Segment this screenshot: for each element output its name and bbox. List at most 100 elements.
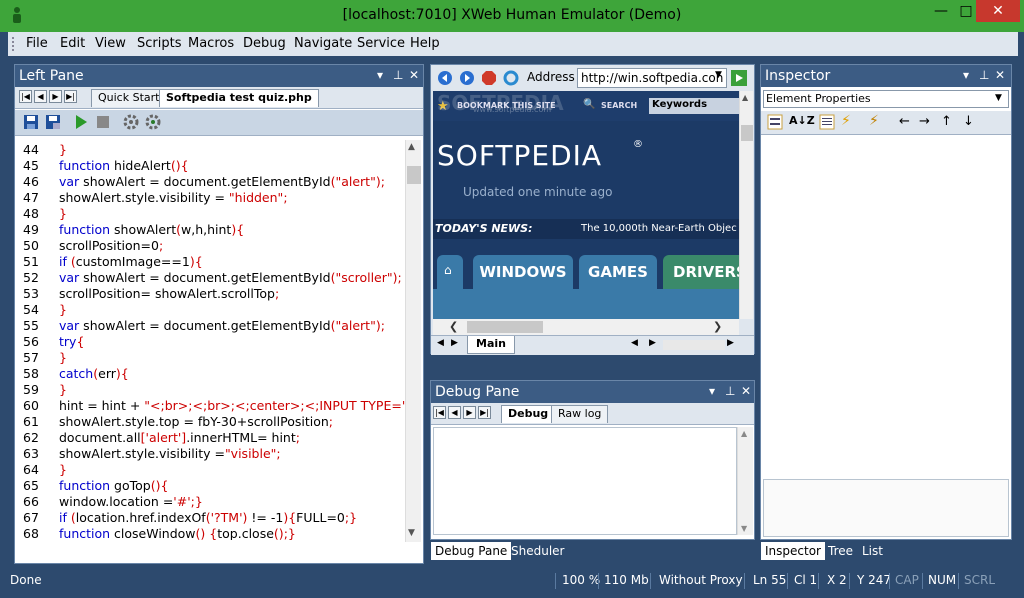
code-text[interactable]: } — [59, 142, 67, 157]
code-text[interactable]: function closeWindow() {top.close();} — [59, 526, 296, 540]
pane-menu-icon[interactable]: ▾ — [377, 68, 383, 82]
code-text[interactable]: function showAlert(w,h,hint){ — [59, 222, 244, 237]
tab-raw-log[interactable]: Raw log — [551, 405, 609, 423]
gear-run-icon[interactable] — [145, 114, 161, 130]
code-text[interactable]: function hideAlert(){ — [59, 158, 189, 173]
code-text[interactable]: window.location ='#';} — [59, 494, 203, 509]
tab-debug-pane[interactable]: Debug Pane — [431, 542, 512, 560]
code-text[interactable]: scrollPosition= showAlert.scrollTop; — [59, 286, 279, 301]
save-icon[interactable] — [23, 114, 39, 130]
last-tab-icon[interactable]: ▶| — [64, 90, 77, 103]
gear-icon[interactable] — [123, 114, 139, 130]
first-tab-icon[interactable]: |◀ — [433, 406, 446, 419]
tab-sheduler[interactable]: Sheduler — [511, 544, 564, 558]
hscroll-left-icon[interactable]: ◀ — [631, 338, 638, 348]
arrow-left-icon[interactable]: ← — [899, 114, 910, 129]
menu-file[interactable]: File — [26, 36, 48, 51]
pin-icon[interactable]: ⊥ — [725, 384, 735, 398]
address-dropdown-icon[interactable]: ▼ — [715, 70, 722, 80]
nav-tab-drivers[interactable]: DRIVERS — [663, 255, 739, 289]
properties-icon[interactable] — [819, 114, 835, 130]
scroll-up-icon[interactable]: ▲ — [741, 429, 747, 438]
code-text[interactable]: showAlert.style.top = fbY-30+scrollPosit… — [59, 414, 333, 429]
browser-hscroll[interactable]: ❮ ❯ — [433, 319, 739, 335]
arrow-down-icon[interactable]: ↓ — [963, 114, 974, 129]
forward-icon[interactable] — [459, 70, 475, 86]
code-text[interactable]: } — [59, 462, 67, 477]
arrow-up-icon[interactable]: ↑ — [941, 114, 952, 129]
back-icon[interactable] — [437, 70, 453, 86]
tab-scroll-track[interactable] — [663, 340, 725, 350]
close-icon[interactable]: ✕ — [741, 384, 751, 398]
tab-main[interactable]: Main — [467, 336, 515, 354]
hscroll-thumb[interactable] — [467, 321, 543, 333]
code-text[interactable]: var showAlert = document.getElementById(… — [59, 318, 385, 333]
menu-navigate[interactable]: Navigate — [294, 36, 352, 51]
prev-tab-icon[interactable]: ◀ — [34, 90, 47, 103]
next-tab-icon[interactable]: ▶ — [49, 90, 62, 103]
menu-help[interactable]: Help — [410, 36, 440, 51]
menu-debug[interactable]: Debug — [243, 36, 286, 51]
tab-inspector[interactable]: Inspector — [761, 542, 825, 560]
web-view[interactable]: ★ BOOKMARK THIS SITE 🔍 SEARCH Keywords S… — [433, 91, 739, 319]
save-all-icon[interactable] — [45, 114, 61, 130]
minimize-button[interactable]: — — [926, 0, 956, 22]
menu-macros[interactable]: Macros — [188, 36, 234, 51]
nav-tab-games[interactable]: GAMES — [579, 255, 657, 289]
news-ticker[interactable]: The 10,000th Near-Earth Objec — [581, 223, 737, 234]
pin-icon[interactable]: ⊥ — [979, 68, 989, 82]
go-icon[interactable] — [731, 70, 747, 86]
code-text[interactable]: } — [59, 206, 67, 221]
tab-list[interactable]: List — [862, 544, 883, 558]
code-text[interactable]: var showAlert = document.getElementById(… — [59, 174, 385, 189]
scroll-right-icon[interactable]: ❯ — [713, 320, 722, 333]
tab-softpedia-quiz[interactable]: Softpedia test quiz.php — [159, 89, 319, 107]
code-text[interactable]: document.all['alert'].innerHTML= hint; — [59, 430, 300, 445]
tab-tree[interactable]: Tree — [828, 544, 853, 558]
tab-debug[interactable]: Debug — [501, 405, 556, 423]
dropdown-arrow-icon[interactable]: ▼ — [995, 93, 1002, 103]
home-tab[interactable]: ⌂ — [437, 255, 463, 289]
categorized-icon[interactable] — [767, 114, 783, 130]
close-icon[interactable]: ✕ — [409, 68, 419, 82]
scroll-down-icon[interactable]: ▼ — [741, 524, 747, 533]
hscroll-right-icon[interactable]: ▶ — [649, 338, 656, 348]
code-text[interactable]: hint = hint + "<;br>;<;br>;<;center>;<;I… — [59, 398, 405, 413]
code-text[interactable]: showAlert.style.visibility = "hidden"; — [59, 190, 288, 205]
pane-menu-icon[interactable]: ▾ — [709, 384, 715, 398]
menu-scripts[interactable]: Scripts — [137, 36, 181, 51]
scroll-up-icon[interactable]: ▲ — [408, 142, 415, 152]
scroll-thumb[interactable] — [407, 166, 421, 184]
pane-menu-icon[interactable]: ▾ — [963, 68, 969, 82]
nav-tab-windows[interactable]: WINDOWS — [473, 255, 573, 289]
code-editor[interactable]: 44} 45 function hideAlert(){46 var showAler… — [15, 140, 405, 540]
code-text[interactable]: function goTop(){ — [59, 478, 168, 493]
prev-tab-icon[interactable]: ◀ — [448, 406, 461, 419]
menu-service[interactable]: Service — [357, 36, 405, 51]
proxy-status[interactable]: Without Proxy — [659, 573, 743, 587]
keywords-input[interactable]: Keywords — [649, 98, 739, 114]
pin-icon[interactable]: ⊥ — [393, 68, 403, 82]
first-tab-icon[interactable]: |◀ — [19, 90, 32, 103]
close-button[interactable]: ✕ — [976, 0, 1020, 22]
close-icon[interactable]: ✕ — [995, 68, 1005, 82]
code-text[interactable]: var showAlert = document.getElementById(… — [59, 270, 402, 285]
refresh-icon[interactable] — [503, 70, 519, 86]
code-text[interactable]: if (location.href.indexOf('?TM') != -1){… — [59, 510, 357, 525]
events-icon[interactable]: ⚡ — [841, 113, 851, 129]
debug-output[interactable] — [433, 427, 737, 535]
stop-load-icon[interactable] — [481, 70, 497, 86]
play-icon[interactable] — [73, 114, 89, 130]
code-text[interactable]: catch(err){ — [59, 366, 129, 381]
menu-edit[interactable]: Edit — [60, 36, 85, 51]
tab-prev-icon[interactable]: ◀ — [437, 338, 444, 348]
last-tab-icon[interactable]: ▶| — [478, 406, 491, 419]
stop-icon[interactable] — [95, 114, 111, 130]
code-text[interactable]: } — [59, 302, 67, 317]
browser-vscroll[interactable]: ▲ — [739, 91, 753, 319]
tab-quick-start[interactable]: Quick Start — [91, 89, 167, 107]
scroll-up-icon[interactable]: ▲ — [742, 93, 748, 102]
scroll-down-icon[interactable]: ▼ — [408, 528, 415, 538]
code-scrollbar[interactable]: ▲ ▼ — [405, 140, 421, 542]
scroll-left-icon[interactable]: ❮ — [449, 320, 458, 333]
